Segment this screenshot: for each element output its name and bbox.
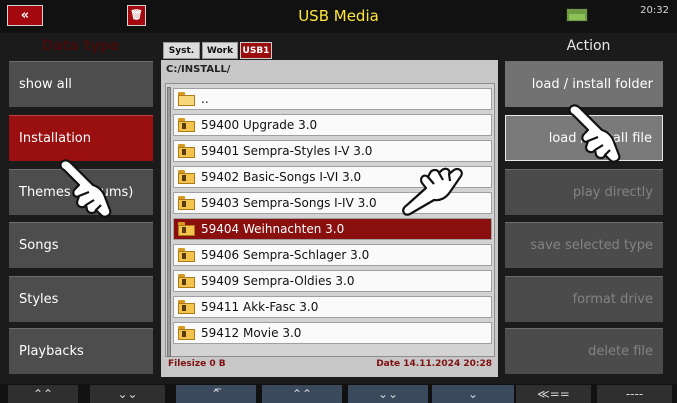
install-folder-icon [178, 274, 195, 288]
data-type-styles[interactable]: Styles [9, 276, 153, 322]
install-folder-icon [178, 248, 195, 262]
clock: 20:32 [640, 5, 669, 16]
list-scrollbar[interactable] [167, 87, 171, 357]
data-type-show-all[interactable]: show all [9, 61, 153, 107]
parent-folder-label: .. [201, 92, 209, 106]
folder-up-icon [178, 92, 195, 106]
data-type-label: Styles [19, 292, 59, 307]
file-name: 59401 Sempra-Styles I-V 3.0 [201, 144, 373, 158]
nav-page-up-button[interactable]: ⌃⌃ [8, 385, 78, 403]
nav-back-nav-button[interactable]: ≪== [516, 385, 591, 403]
action-label: play directly [572, 185, 653, 200]
hand-pointer-icon [402, 167, 463, 216]
data-type-label: show all [19, 77, 72, 92]
action-label: save selected type [530, 238, 653, 253]
file-row[interactable]: 59400 Upgrade 3.0 [173, 114, 492, 136]
parent-folder-row[interactable]: .. [173, 88, 492, 110]
usb-media-screen: « 🗑 USB Media 20:32 Data type Action sho… [0, 0, 677, 403]
drive-tabs: Syst. Work USB1 [161, 40, 498, 60]
data-type-label: Installation [19, 131, 92, 146]
install-folder-icon [178, 222, 195, 236]
delete-file-button[interactable]: delete file [505, 328, 663, 374]
file-name: 59406 Sempra-Schlager 3.0 [201, 248, 370, 262]
install-folder-icon [178, 144, 195, 158]
install-folder-icon [178, 300, 195, 314]
date-readout: Date 14.11.2024 20:28 [376, 359, 492, 369]
tab-usb1[interactable]: USB1 [240, 42, 272, 59]
play-directly-button[interactable]: play directly [505, 169, 663, 215]
nav-list-page-up-button[interactable]: ⌃⌃ [262, 385, 342, 403]
install-folder-icon [178, 118, 195, 132]
tab-syst[interactable]: Syst. [163, 42, 200, 59]
file-row[interactable]: 59406 Sempra-Schlager 3.0 [173, 244, 492, 266]
action-label: format drive [572, 292, 653, 307]
file-name: 59411 Akk-Fasc 3.0 [201, 300, 319, 314]
status-bar: Filesize 0 B Date 14.11.2024 20:28 [165, 359, 495, 374]
filesize-readout: Filesize 0 B [168, 359, 226, 369]
data-type-songs[interactable]: Songs [9, 222, 153, 268]
tab-work[interactable]: Work [202, 42, 238, 59]
file-name: 59400 Upgrade 3.0 [201, 118, 318, 132]
save-selected-type-button[interactable]: save selected type [505, 222, 663, 268]
file-row[interactable]: 59411 Akk-Fasc 3.0 [173, 296, 492, 318]
hand-pointer-icon [59, 159, 112, 218]
nav-list-down-button[interactable]: ⌄ [432, 385, 514, 403]
data-type-label: Playbacks [19, 344, 84, 359]
current-path: C:/INSTALL/ [166, 64, 231, 75]
file-name: 59404 Weihnachten 3.0 [201, 222, 345, 236]
data-type-playbacks[interactable]: Playbacks [9, 328, 153, 374]
file-row[interactable]: 59412 Movie 3.0 [173, 322, 492, 344]
nav-list-top-button[interactable]: ⌃̅ [176, 385, 256, 403]
file-name: 59412 Movie 3.0 [201, 326, 302, 340]
file-name: 59409 Sempra-Oldies 3.0 [201, 274, 355, 288]
file-name: 59402 Basic-Songs I-VI 3.0 [201, 170, 362, 184]
file-row[interactable]: 59409 Sempra-Oldies 3.0 [173, 270, 492, 292]
action-label: delete file [588, 344, 653, 359]
nav-empty-button[interactable]: ---- [597, 385, 672, 403]
usb-status-icon [566, 8, 588, 22]
top-bar: « 🗑 USB Media 20:32 [0, 0, 677, 33]
action-header: Action [566, 38, 611, 54]
install-folder-icon [178, 170, 195, 184]
hand-pointer-icon [568, 104, 621, 163]
data-type-header: Data type [41, 38, 120, 54]
install-folder-icon [178, 196, 195, 210]
action-label: load / install folder [531, 77, 653, 92]
install-folder-icon [178, 326, 195, 340]
nav-list-page-down-button[interactable]: ⌄⌄ [348, 385, 428, 403]
bottom-nav: ⌃⌃ ⌄⌄ ⌃̅ ⌃⌃ ⌄⌄ ⌄ ≪== ---- [0, 384, 677, 403]
nav-page-down-button[interactable]: ⌄⌄ [90, 385, 165, 403]
file-name: 59403 Sempra-Songs I-IV 3.0 [201, 196, 377, 210]
data-type-label: Songs [19, 238, 59, 253]
format-drive-button[interactable]: format drive [505, 276, 663, 322]
file-row[interactable]: 59404 Weihnachten 3.0 [173, 218, 492, 240]
